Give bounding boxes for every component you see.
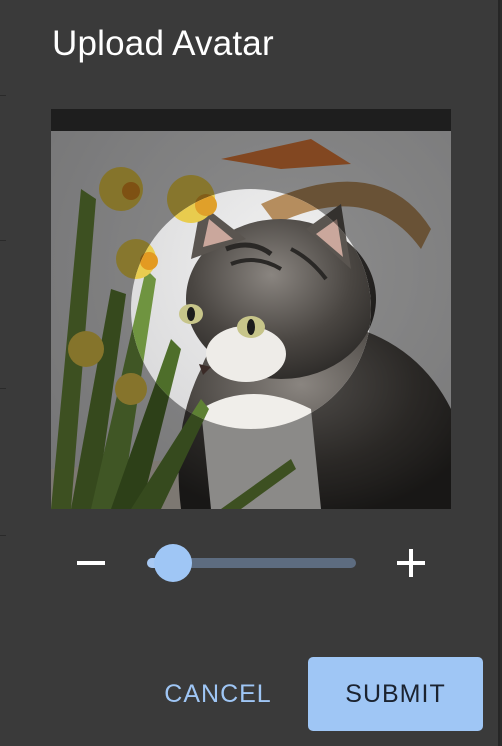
zoom-slider[interactable] [147,544,356,582]
upload-avatar-dialog: Upload Avatar CANCEL SUBMIT [0,0,500,746]
submit-button[interactable]: SUBMIT [308,657,483,731]
cancel-button[interactable]: CANCEL [146,657,290,731]
backdrop-divider [0,388,6,389]
image-crop-area[interactable] [51,109,451,509]
minus-icon [77,561,105,565]
zoom-slider-thumb[interactable] [153,544,192,582]
zoom-out-button[interactable] [71,543,111,583]
backdrop-divider [0,240,6,241]
cat-photo [51,109,451,509]
plus-icon [397,549,425,577]
dialog-title: Upload Avatar [52,24,274,63]
dialog-actions: CANCEL SUBMIT [0,657,500,731]
zoom-controls [0,535,500,591]
zoom-in-button[interactable] [391,543,431,583]
backdrop-divider [0,95,6,96]
